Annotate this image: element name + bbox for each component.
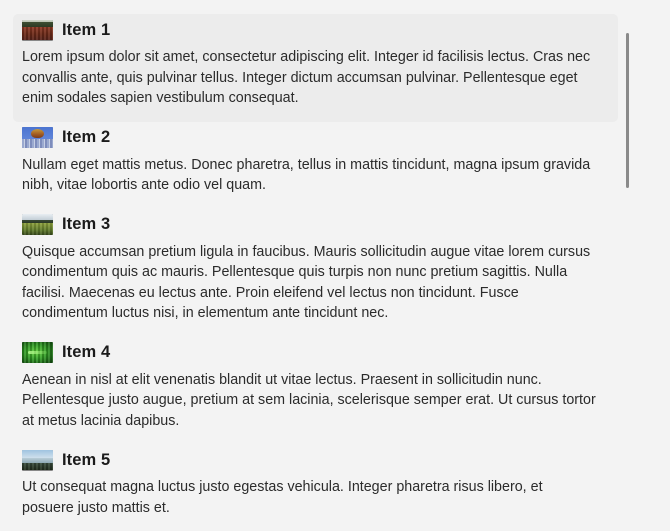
green-valley-thumbnail (22, 214, 53, 235)
list-item[interactable]: Item 5 Ut consequat magna luctus justo e… (13, 444, 618, 531)
list-item[interactable]: Item 3 Quisque accumsan pretium ligula i… (13, 209, 618, 337)
coastal-landscape-thumbnail (22, 449, 53, 471)
list-item-header: Item 4 (13, 337, 618, 365)
list-item-body: Lorem ipsum dolor sit amet, consectetur … (22, 49, 591, 106)
list-item-title: Item 3 (62, 215, 111, 234)
list-item-body: Ut consequat magna luctus justo egestas … (22, 479, 543, 516)
list-item-body: Quisque accumsan pretium ligula in fauci… (22, 243, 591, 322)
list-item-body: Aenean in nisl at elit venenatis blandit… (22, 371, 596, 429)
list-item-header: Item 5 (13, 444, 618, 472)
list-item-header: Item 2 (13, 122, 618, 150)
list-item-title: Item 4 (62, 343, 111, 362)
list-item-body: Nullam eget mattis metus. Donec pharetra… (22, 156, 591, 194)
list-item-header: Item 1 (13, 14, 618, 42)
list-item-header: Item 3 (13, 209, 618, 237)
list-item-title: Item 2 (62, 128, 111, 147)
item-list[interactable]: Item 1 Lorem ipsum dolor sit amet, conse… (0, 0, 634, 531)
app-window: Item 1 Lorem ipsum dolor sit amet, conse… (0, 0, 670, 531)
item-list-content: Item 1 Lorem ipsum dolor sit amet, conse… (0, 0, 634, 531)
list-item[interactable]: Item 4 Aenean in nisl at elit venenatis … (13, 337, 618, 445)
scrollbar-thumb[interactable] (626, 33, 629, 188)
vertical-scrollbar[interactable] (620, 0, 634, 531)
list-item-title: Item 5 (62, 450, 111, 469)
green-foliage-thumbnail (22, 342, 53, 363)
list-item[interactable]: Item 1 Lorem ipsum dolor sit amet, conse… (13, 14, 618, 122)
poppy-field-thumbnail (22, 19, 53, 41)
list-item[interactable]: Item 2 Nullam eget mattis metus. Donec p… (13, 122, 618, 209)
hot-air-balloon-thumbnail (22, 127, 53, 148)
list-item-title: Item 1 (62, 20, 111, 39)
